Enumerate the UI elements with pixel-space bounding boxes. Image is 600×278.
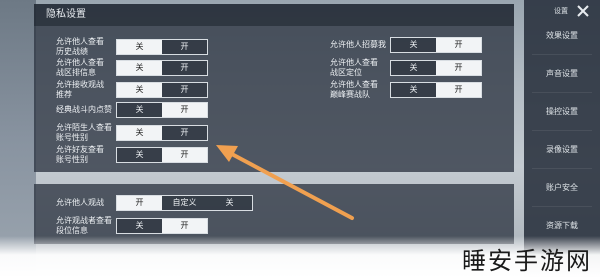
sidebar-item-sound[interactable]: 声音设置: [524, 68, 600, 79]
sidebar-header-label: 设置: [554, 7, 568, 15]
divider: [532, 92, 592, 93]
watermark-text: 睡安手游网: [462, 247, 592, 275]
divider: [532, 168, 592, 169]
watermark-band: 睡安手游网: [0, 236, 600, 278]
divider: [532, 54, 592, 55]
sidebar-item-controls[interactable]: 操控设置: [524, 106, 600, 117]
close-icon[interactable]: [576, 4, 590, 18]
sidebar-item-effects[interactable]: 效果设置: [524, 30, 600, 41]
divider: [532, 206, 592, 207]
sidebar-header: 设置: [524, 0, 600, 22]
sidebar-item-replay[interactable]: 录像设置: [524, 144, 600, 155]
sidebar-item-resource-download[interactable]: 资源下载: [524, 220, 600, 231]
sidebar-item-account-security[interactable]: 账户安全: [524, 182, 600, 193]
divider: [532, 130, 592, 131]
